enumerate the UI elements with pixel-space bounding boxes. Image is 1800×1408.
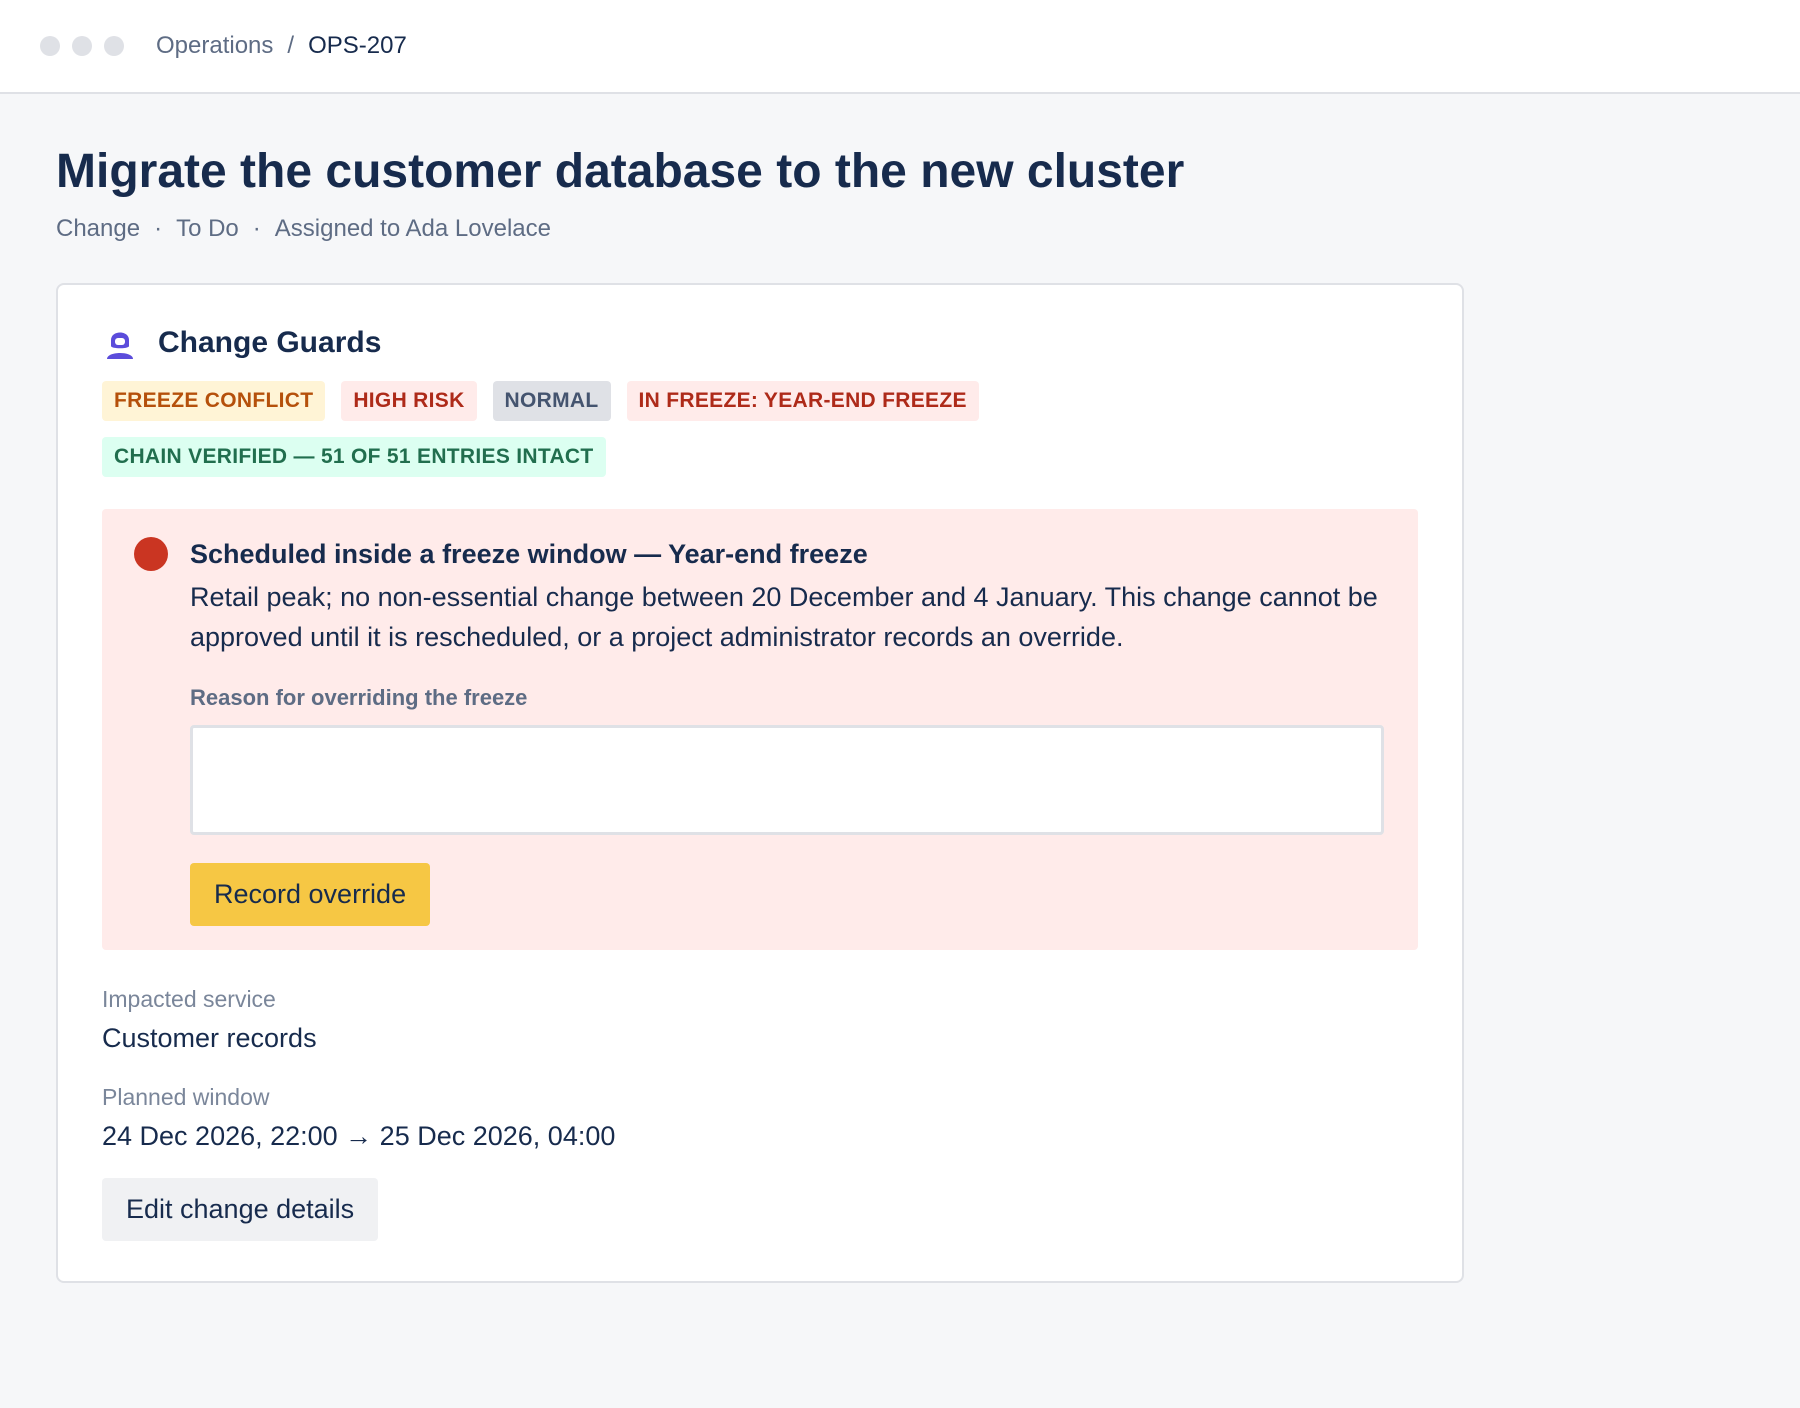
page-title: Migrate the customer database to the new… — [56, 145, 1185, 198]
issue-status: To Do — [176, 215, 239, 243]
alert-message: Retail peak; no non-essential change bet… — [190, 582, 1378, 653]
field-label: Impacted service — [102, 986, 276, 1013]
breadcrumb-separator: / — [287, 32, 295, 59]
change-guards-panel: Change Guards FREEZE CONFLICT HIGH RISK … — [56, 283, 1464, 1284]
error-dot-icon — [134, 537, 168, 572]
breadcrumb-project[interactable]: Operations — [156, 32, 273, 60]
issue-meta: Change · To Do · Assigned to Ada Lovelac… — [56, 215, 1800, 243]
record-override-button[interactable]: Record override — [190, 863, 431, 927]
planned-window-field: Planned window 24 Dec 2026, 22:00 → 25 D… — [102, 1084, 1418, 1152]
breadcrumb-issue-key[interactable]: OPS-207 — [308, 32, 407, 60]
status-badge: HIGH RISK — [341, 381, 477, 422]
meta-separator: · — [252, 215, 261, 243]
window-dot-icon[interactable] — [104, 36, 124, 56]
alert-body: Scheduled inside a freeze window — Year-… — [190, 537, 1386, 927]
field-value: 24 Dec 2026, 22:00 → 25 Dec 2026, 04:00 — [102, 1121, 616, 1152]
issue-assignee: Assigned to Ada Lovelace — [274, 215, 551, 243]
window-controls — [40, 36, 124, 56]
panel-title: Change Guards — [158, 326, 382, 360]
status-badge: IN FREEZE: YEAR-END FREEZE — [626, 381, 979, 422]
breadcrumb: Operations / OPS-207 — [156, 32, 407, 60]
issue-view: Migrate the customer database to the new… — [0, 94, 1800, 1284]
top-bar: Operations / OPS-207 — [0, 0, 1800, 94]
freeze-alert: Scheduled inside a freeze window — Year-… — [102, 509, 1418, 951]
override-reason-input[interactable] — [190, 725, 1384, 836]
alert-title: Scheduled inside a freeze window — Year-… — [190, 539, 868, 570]
window-dot-icon[interactable] — [72, 36, 92, 56]
status-badge: NORMAL — [492, 381, 611, 422]
meta-separator: · — [154, 215, 163, 243]
panel-header: Change Guards — [102, 325, 1418, 361]
guard-icon — [102, 325, 138, 361]
issue-type: Change — [56, 215, 141, 243]
guard-badges: FREEZE CONFLICT HIGH RISK NORMAL IN FREE… — [102, 381, 1102, 478]
field-value: Customer records — [102, 1023, 317, 1054]
status-badge: CHAIN VERIFIED — 51 OF 51 ENTRIES INTACT — [102, 437, 606, 478]
field-label: Planned window — [102, 1084, 270, 1111]
override-reason-label: Reason for overriding the freeze — [190, 685, 528, 711]
status-badge: FREEZE CONFLICT — [102, 381, 326, 422]
impacted-service-field: Impacted service Customer records — [102, 986, 1418, 1054]
window-dot-icon[interactable] — [40, 36, 60, 56]
edit-change-details-button[interactable]: Edit change details — [102, 1178, 379, 1242]
